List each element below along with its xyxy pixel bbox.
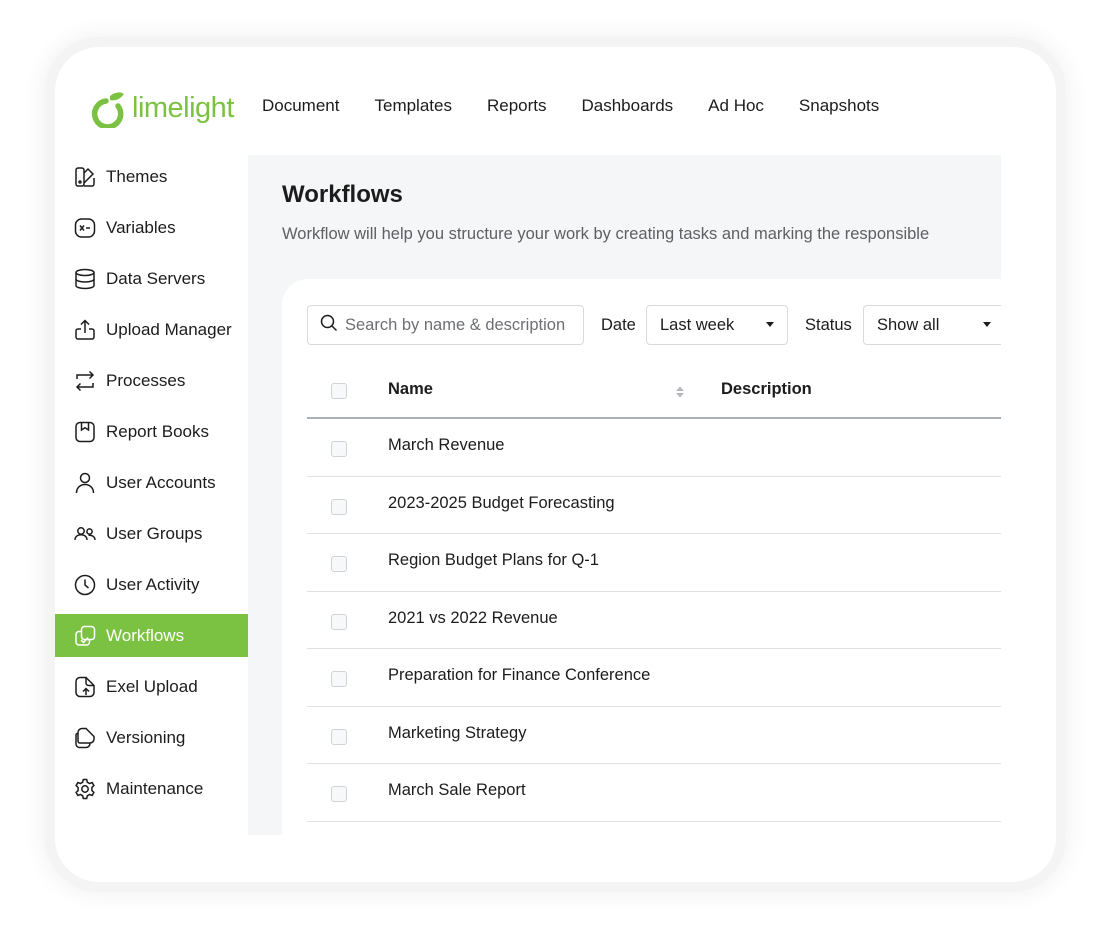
database-icon — [73, 267, 97, 291]
sidebar-item-upload-manager[interactable]: Upload Manager — [55, 308, 248, 351]
date-filter-value: Last week — [660, 315, 735, 334]
sidebar-item-workflows[interactable]: Workflows — [55, 614, 248, 657]
sidebar-item-themes[interactable]: Themes — [55, 155, 248, 198]
topnav-dashboards[interactable]: Dashboards — [582, 96, 674, 116]
workflows-table: Name Description March Revenue 2023-2025… — [307, 361, 1001, 822]
sidebar-item-versioning[interactable]: Versioning — [55, 716, 248, 759]
sidebar-item-label: Maintenance — [106, 778, 204, 798]
sidebar-item-user-activity[interactable]: User Activity — [55, 563, 248, 606]
variables-icon — [73, 216, 97, 240]
column-header-description: Description — [721, 380, 812, 398]
workflow-name[interactable]: March Revenue — [388, 436, 504, 455]
row-checkbox[interactable] — [331, 556, 347, 572]
sidebar-item-label: Report Books — [106, 421, 209, 441]
sidebar-item-label: Variables — [106, 217, 176, 237]
sidebar-item-label: Data Servers — [106, 268, 206, 288]
column-header-name[interactable]: Name — [388, 380, 433, 399]
table-row[interactable]: Preparation for Finance Conference — [307, 649, 1001, 707]
sidebar-item-variables[interactable]: Variables — [55, 206, 248, 249]
table-row[interactable]: Marketing Strategy — [307, 707, 1001, 764]
sidebar-item-user-accounts[interactable]: User Accounts — [55, 461, 248, 504]
search-box[interactable] — [307, 305, 584, 345]
table-row[interactable]: 2023-2025 Budget Forecasting — [307, 477, 1001, 534]
search-icon — [320, 314, 338, 337]
workflows-panel: Date Last week Status Show all Name Desc… — [282, 279, 1001, 835]
workflow-name[interactable]: March Sale Report — [388, 781, 526, 800]
search-input[interactable] — [345, 315, 580, 335]
report-book-icon — [73, 420, 97, 444]
table-row[interactable]: Region Budget Plans for Q-1 — [307, 534, 1001, 592]
chevron-down-icon — [766, 322, 774, 327]
date-filter-label: Date — [601, 316, 636, 334]
table-header: Name Description — [307, 361, 1001, 419]
sidebar-item-report-books[interactable]: Report Books — [55, 410, 248, 453]
sidebar-item-label: Versioning — [106, 727, 186, 747]
workflow-name[interactable]: 2021 vs 2022 Revenue — [388, 609, 558, 628]
gear-icon — [73, 777, 97, 801]
main-content: Workflows Workflow will help you structu… — [248, 155, 1001, 835]
sidebar-item-label: User Groups — [106, 523, 203, 543]
row-checkbox[interactable] — [331, 613, 347, 630]
limelight-logo-icon — [91, 92, 124, 128]
row-checkbox[interactable] — [331, 441, 347, 457]
chevron-down-icon — [983, 322, 991, 327]
topnav-reports[interactable]: Reports — [487, 96, 547, 116]
sidebar-item-label: Exel Upload — [106, 676, 198, 696]
row-checkbox[interactable] — [331, 786, 347, 802]
workflow-icon — [73, 624, 97, 648]
topnav-ad-hoc[interactable]: Ad Hoc — [708, 96, 764, 116]
limelight-logo[interactable]: limelight — [80, 88, 234, 128]
sidebar-item-label: User Activity — [106, 574, 200, 594]
workflow-name[interactable]: 2023-2025 Budget Forecasting — [388, 494, 615, 513]
sidebar-item-label: Themes — [106, 166, 168, 186]
status-filter-select[interactable]: Show all — [863, 305, 1001, 345]
topnav-document[interactable]: Document — [262, 96, 339, 116]
select-all-checkbox[interactable] — [331, 383, 347, 399]
sort-icon[interactable] — [675, 385, 685, 399]
sidebar-item-label: Upload Manager — [106, 319, 232, 339]
clock-icon — [73, 573, 97, 597]
sidebar-item-label: User Accounts — [106, 472, 216, 492]
page-title: Workflows — [282, 181, 403, 208]
sidebar-item-exel-upload[interactable]: Exel Upload — [55, 665, 248, 708]
user-icon — [73, 471, 97, 495]
date-filter-select[interactable]: Last week — [646, 305, 788, 345]
status-filter-label: Status — [805, 316, 852, 334]
row-checkbox[interactable] — [331, 498, 347, 515]
processes-icon — [73, 369, 97, 393]
table-row[interactable]: March Revenue — [307, 419, 1001, 477]
sidebar-item-user-groups[interactable]: User Groups — [55, 512, 248, 555]
top-navigation: Document Templates Reports Dashboards Ad… — [262, 96, 914, 116]
workflow-name[interactable]: Marketing Strategy — [388, 724, 526, 743]
versioning-icon — [73, 726, 97, 750]
sidebar-item-processes[interactable]: Processes — [55, 359, 248, 402]
excel-upload-icon — [73, 675, 97, 699]
table-row[interactable]: March Sale Report — [307, 764, 1001, 822]
themes-icon — [73, 165, 97, 189]
topnav-snapshots[interactable]: Snapshots — [799, 96, 879, 116]
table-row[interactable]: 2021 vs 2022 Revenue — [307, 592, 1001, 649]
sidebar-item-label: Workflows — [106, 625, 185, 645]
topnav-templates[interactable]: Templates — [374, 96, 451, 116]
sidebar: Themes Variables Data Servers Upload Man… — [55, 155, 248, 835]
page-subtitle: Workflow will help you structure your wo… — [282, 225, 930, 243]
sidebar-item-data-servers[interactable]: Data Servers — [55, 257, 248, 300]
workflow-name[interactable]: Region Budget Plans for Q-1 — [388, 551, 599, 570]
sidebar-item-label: Processes — [106, 370, 186, 390]
sidebar-item-maintenance[interactable]: Maintenance — [55, 767, 248, 810]
workflow-name[interactable]: Preparation for Finance Conference — [388, 666, 650, 685]
row-checkbox[interactable] — [331, 728, 347, 745]
logo-text: limelight — [132, 91, 234, 124]
row-checkbox[interactable] — [331, 671, 347, 687]
upload-icon — [73, 318, 97, 342]
status-filter-value: Show all — [877, 315, 940, 334]
user-group-icon — [73, 522, 97, 546]
